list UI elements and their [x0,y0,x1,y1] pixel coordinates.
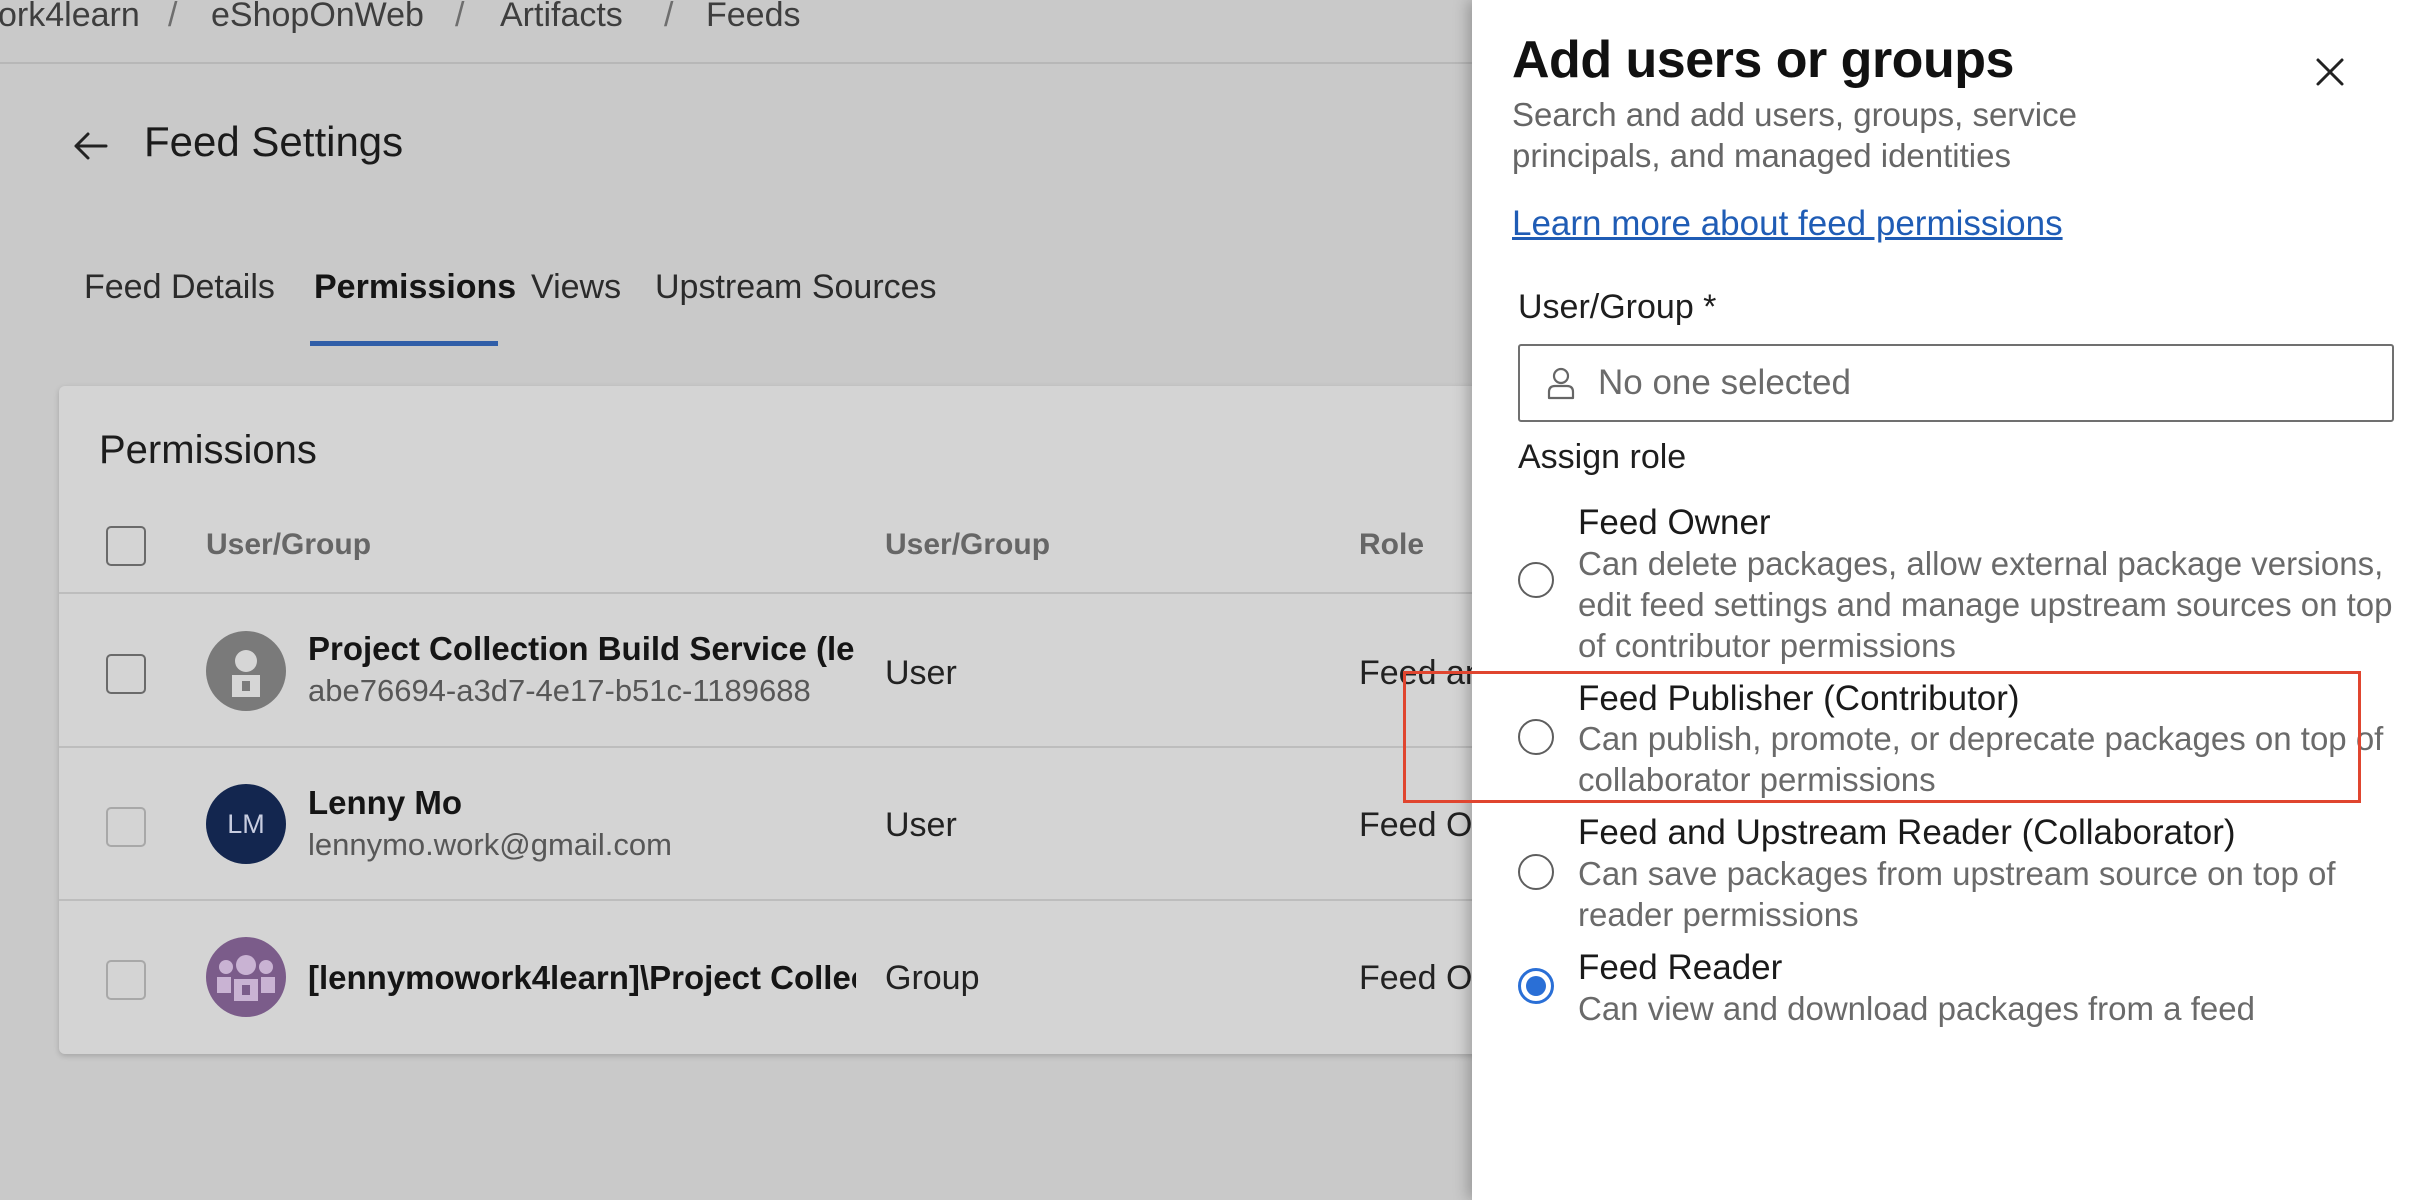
row-checkbox[interactable] [106,654,146,694]
tab-permissions[interactable]: Permissions [314,268,516,307]
row-type: User [885,806,957,844]
row-id: abe76694-a3d7-4e17-b51c-1189688 [308,673,811,708]
avatar: LM [206,784,286,864]
user-group-label: User/Group * [1518,288,1717,326]
role-name: Feed Reader [1578,948,1783,987]
breadcrumb: ork4learn / eShopOnWeb / Artifacts / Fee… [0,0,1480,64]
panel-subtitle: Search and add users, groups, service pr… [1512,96,2077,174]
assign-role-label: Assign role [1518,438,1687,476]
breadcrumb-separator: / [168,0,178,34]
row-divider [59,592,1539,594]
breadcrumb-item-artifacts[interactable]: Artifacts [500,0,623,35]
row-type: Group [885,959,980,997]
back-arrow-icon[interactable] [70,126,110,166]
user-group-picker[interactable] [1518,344,2394,422]
tab-upstream-sources[interactable]: Upstream Sources [655,268,937,307]
row-role: Feed an [1359,654,1484,692]
row-name: Project Collection Build Service (lenny [308,630,856,667]
tab-views[interactable]: Views [531,268,621,307]
person-icon [206,631,286,711]
row-role: Feed O [1359,959,1473,997]
row-checkbox[interactable] [106,960,146,1000]
tab-feed-details[interactable]: Feed Details [84,268,275,307]
row-email: lennymo.work@gmail.com [308,827,672,862]
breadcrumb-item-org[interactable]: ork4learn [0,0,140,35]
row-role: Feed O [1359,806,1473,844]
panel-title: Add users or groups [1512,31,2014,89]
role-name: Feed and Upstream Reader (Collaborator) [1578,813,2236,852]
role-description: Can delete packages, allow external pack… [1578,545,2393,664]
row-name: Lenny Mo [308,784,462,821]
column-header-user-group[interactable]: User/Group [206,528,371,562]
person-outline-icon [1547,367,1575,400]
column-header-type[interactable]: User/Group [885,528,1050,562]
row-divider [59,899,1539,901]
group-icon [206,937,286,1017]
breadcrumb-separator: / [664,0,674,34]
row-divider [59,746,1539,748]
radio-feed-reader[interactable] [1518,968,1554,1004]
column-header-role[interactable]: Role [1359,528,1424,562]
page-title: Feed Settings [144,118,404,165]
breadcrumb-item-feeds[interactable]: Feeds [706,0,801,35]
active-tab-indicator [310,341,498,346]
row-name: [lennymowork4learn]\Project Collecti [308,959,856,996]
row-type: User [885,654,957,692]
breadcrumb-separator: / [455,0,465,34]
close-icon[interactable] [2310,52,2350,92]
radio-feed-publisher[interactable] [1518,719,1554,755]
role-name: Feed Owner [1578,503,1771,542]
learn-more-link[interactable]: Learn more about feed permissions [1512,204,2063,244]
row-checkbox[interactable] [106,807,146,847]
breadcrumb-item-project[interactable]: eShopOnWeb [211,0,424,35]
select-all-checkbox[interactable] [106,526,146,566]
role-name: Feed Publisher (Contributor) [1578,679,2020,718]
role-description: Can save packages from upstream source o… [1578,855,2336,933]
role-description: Can view and download packages from a fe… [1578,990,2255,1027]
add-users-panel: Add users or groups Search and add users… [1472,0,2414,1200]
radio-upstream-reader[interactable] [1518,854,1554,890]
role-description: Can publish, promote, or deprecate packa… [1578,720,2384,798]
radio-feed-owner[interactable] [1518,562,1554,598]
user-group-input[interactable] [1598,346,2358,420]
permissions-title: Permissions [99,428,317,472]
permissions-card: Permissions User/Group User/Group Role P… [59,386,1539,1054]
